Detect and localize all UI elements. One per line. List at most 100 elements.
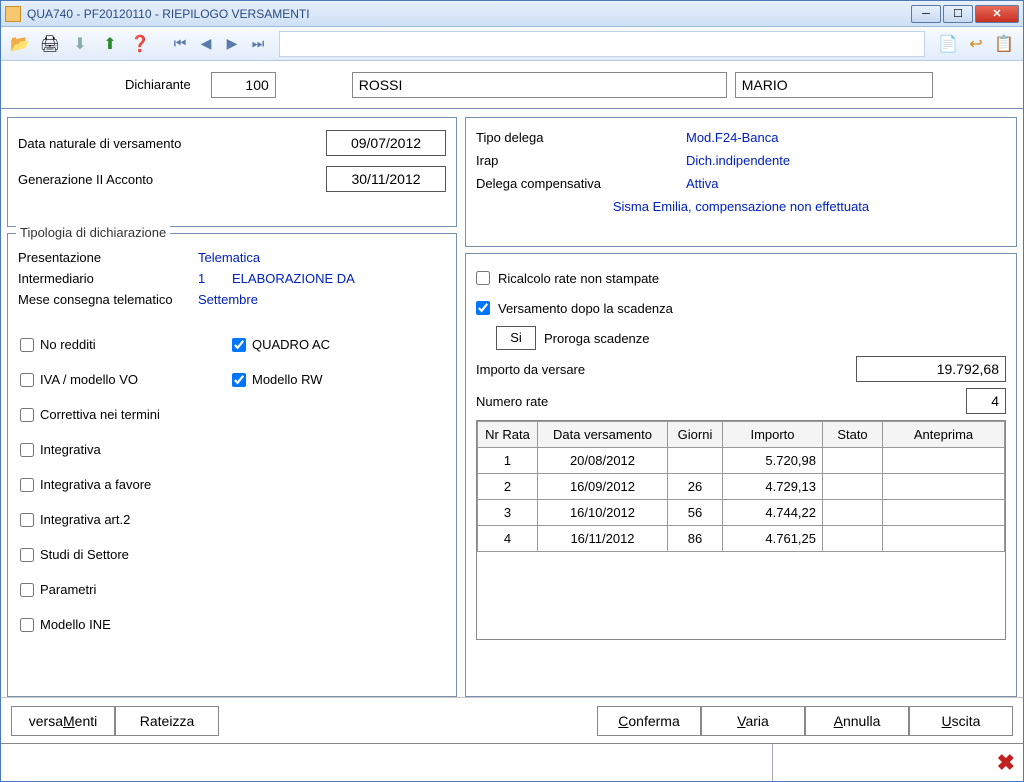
intermediario-label: Intermediario: [18, 271, 198, 286]
modello-rw-check[interactable]: Modello RW: [232, 372, 444, 387]
sisma-link[interactable]: Sisma Emilia, compensazione non effettua…: [476, 199, 1006, 214]
intermediario-num[interactable]: 1: [198, 271, 222, 286]
rateizza-button[interactable]: Rateizza: [115, 706, 219, 736]
th-stato: Stato: [823, 422, 883, 448]
status-segment-2: ✖: [773, 744, 1023, 781]
quadro-ac-check[interactable]: QUADRO AC: [232, 337, 444, 352]
irap-value[interactable]: Dich.indipendente: [686, 153, 790, 168]
importo-label: Importo da versare: [476, 362, 856, 377]
importo-input[interactable]: [856, 356, 1006, 382]
print-icon[interactable]: 🖨: [37, 31, 63, 57]
status-segment-1: [1, 744, 773, 781]
rate-panel: Ricalcolo rate non stampate Versamento d…: [465, 253, 1017, 697]
conferma-button[interactable]: Conferma: [597, 706, 701, 736]
versamento-scad-label: Versamento dopo la scadenza: [498, 301, 673, 316]
checks-area: No redditi QUADRO AC IVA / modello VO Mo…: [18, 331, 446, 648]
th-importo: Importo: [723, 422, 823, 448]
open-icon[interactable]: 📂: [7, 31, 33, 57]
th-nr: Nr Rata: [478, 422, 538, 448]
modello-ine-check[interactable]: Modello INE: [20, 617, 444, 632]
delega-panel: Tipo delega Mod.F24-Banca Irap Dich.indi…: [465, 117, 1017, 247]
th-anteprima: Anteprima: [883, 422, 1005, 448]
intermediario-value[interactable]: ELABORAZIONE DA: [232, 271, 355, 286]
numero-rate-label: Numero rate: [476, 394, 966, 409]
annulla-button[interactable]: Annulla: [805, 706, 909, 736]
integrativa-check[interactable]: Integrativa: [20, 442, 444, 457]
data-naturale-label: Data naturale di versamento: [18, 136, 218, 151]
integrativa-fav-check[interactable]: Integrativa a favore: [20, 477, 444, 492]
titlebar: QUA740 - PF20120110 - RIEPILOGO VERSAMEN…: [1, 1, 1023, 27]
varia-button[interactable]: Varia: [701, 706, 805, 736]
ricalcolo-label: Ricalcolo rate non stampate: [498, 271, 659, 286]
th-data: Data versamento: [538, 422, 668, 448]
presentazione-value[interactable]: Telematica: [198, 250, 260, 265]
versamento-scad-check[interactable]: [476, 301, 490, 315]
iva-vo-check[interactable]: IVA / modello VO: [20, 372, 232, 387]
tipologia-fieldset: Tipologia di dichiarazione Presentazione…: [18, 250, 446, 313]
statusbar: ✖: [1, 743, 1023, 781]
nav-last-icon[interactable]: ⏭: [247, 35, 269, 52]
dichiarante-surname-input[interactable]: [352, 72, 727, 98]
dichiarante-name-input[interactable]: [735, 72, 933, 98]
toolbar: 📂 🖨 ⬇ ⬆ ❓ ⏮ ◀ ▶ ⏭ 📄 ↩ 📋: [1, 27, 1023, 61]
app-window: QUA740 - PF20120110 - RIEPILOGO VERSAMEN…: [0, 0, 1024, 782]
main-area: Data naturale di versamento Generazione …: [1, 109, 1023, 697]
table-header-row: Nr Rata Data versamento Giorni Importo S…: [478, 422, 1005, 448]
return-icon[interactable]: ↩: [963, 31, 989, 57]
table-row[interactable]: 120/08/20125.720,98: [478, 448, 1005, 474]
parametri-check[interactable]: Parametri: [20, 582, 444, 597]
mese-value[interactable]: Settembre: [198, 292, 258, 307]
upload-icon[interactable]: ⬆: [97, 31, 123, 57]
tipo-delega-label: Tipo delega: [476, 130, 686, 145]
uscita-button[interactable]: Uscita: [909, 706, 1013, 736]
mese-label: Mese consegna telematico: [18, 292, 198, 307]
nav-lookup-field[interactable]: [279, 31, 925, 57]
dichiarante-row: Dichiarante: [1, 61, 1023, 109]
tipologia-legend: Tipologia di dichiarazione: [16, 225, 170, 240]
close-button[interactable]: ✕: [975, 5, 1019, 23]
export-icon[interactable]: ⬇: [67, 31, 93, 57]
footer-buttons: versaMenti Rateizza Conferma Varia Annul…: [1, 697, 1023, 743]
status-close-icon[interactable]: ✖: [997, 750, 1015, 776]
gen-acconto-label: Generazione II Acconto: [18, 172, 218, 187]
delega-comp-label: Delega compensativa: [476, 176, 686, 191]
left-column: Data naturale di versamento Generazione …: [7, 117, 457, 697]
rate-table-wrap[interactable]: Nr Rata Data versamento Giorni Importo S…: [476, 420, 1006, 640]
right-column: Tipo delega Mod.F24-Banca Irap Dich.indi…: [465, 117, 1017, 697]
th-giorni: Giorni: [668, 422, 723, 448]
table-row[interactable]: 416/11/2012864.761,25: [478, 526, 1005, 552]
nav-prev-icon[interactable]: ◀: [195, 35, 217, 52]
table-row[interactable]: 216/09/2012264.729,13: [478, 474, 1005, 500]
delega-comp-value[interactable]: Attiva: [686, 176, 719, 191]
integrativa-art2-check[interactable]: Integrativa art.2: [20, 512, 444, 527]
rate-table: Nr Rata Data versamento Giorni Importo S…: [477, 421, 1005, 552]
proroga-label: Proroga scadenze: [544, 331, 650, 346]
help-icon[interactable]: ❓: [127, 31, 153, 57]
minimize-button[interactable]: ─: [911, 5, 941, 23]
dichiarante-label: Dichiarante: [125, 77, 191, 92]
ricalcolo-check[interactable]: [476, 271, 490, 285]
tipologia-panel: Tipologia di dichiarazione Presentazione…: [7, 233, 457, 697]
window-title: QUA740 - PF20120110 - RIEPILOGO VERSAMEN…: [27, 7, 911, 21]
tipo-delega-value[interactable]: Mod.F24-Banca: [686, 130, 779, 145]
dichiarante-code-input[interactable]: [211, 72, 276, 98]
doc-icon[interactable]: 📄: [935, 31, 961, 57]
irap-label: Irap: [476, 153, 686, 168]
list-icon[interactable]: 📋: [991, 31, 1017, 57]
numero-rate-input[interactable]: [966, 388, 1006, 414]
studi-check[interactable]: Studi di Settore: [20, 547, 444, 562]
app-icon: [5, 6, 21, 22]
maximize-button[interactable]: ☐: [943, 5, 973, 23]
window-controls: ─ ☐ ✕: [911, 5, 1019, 23]
proroga-si-box[interactable]: Si: [496, 326, 536, 350]
data-naturale-input[interactable]: [326, 130, 446, 156]
table-row[interactable]: 316/10/2012564.744,22: [478, 500, 1005, 526]
gen-acconto-input[interactable]: [326, 166, 446, 192]
presentazione-label: Presentazione: [18, 250, 198, 265]
no-redditi-check[interactable]: No redditi: [20, 337, 232, 352]
date-panel: Data naturale di versamento Generazione …: [7, 117, 457, 227]
correttiva-check[interactable]: Correttiva nei termini: [20, 407, 444, 422]
nav-next-icon[interactable]: ▶: [221, 35, 243, 52]
versamenti-button[interactable]: versaMenti: [11, 706, 115, 736]
nav-first-icon[interactable]: ⏮: [169, 35, 191, 52]
